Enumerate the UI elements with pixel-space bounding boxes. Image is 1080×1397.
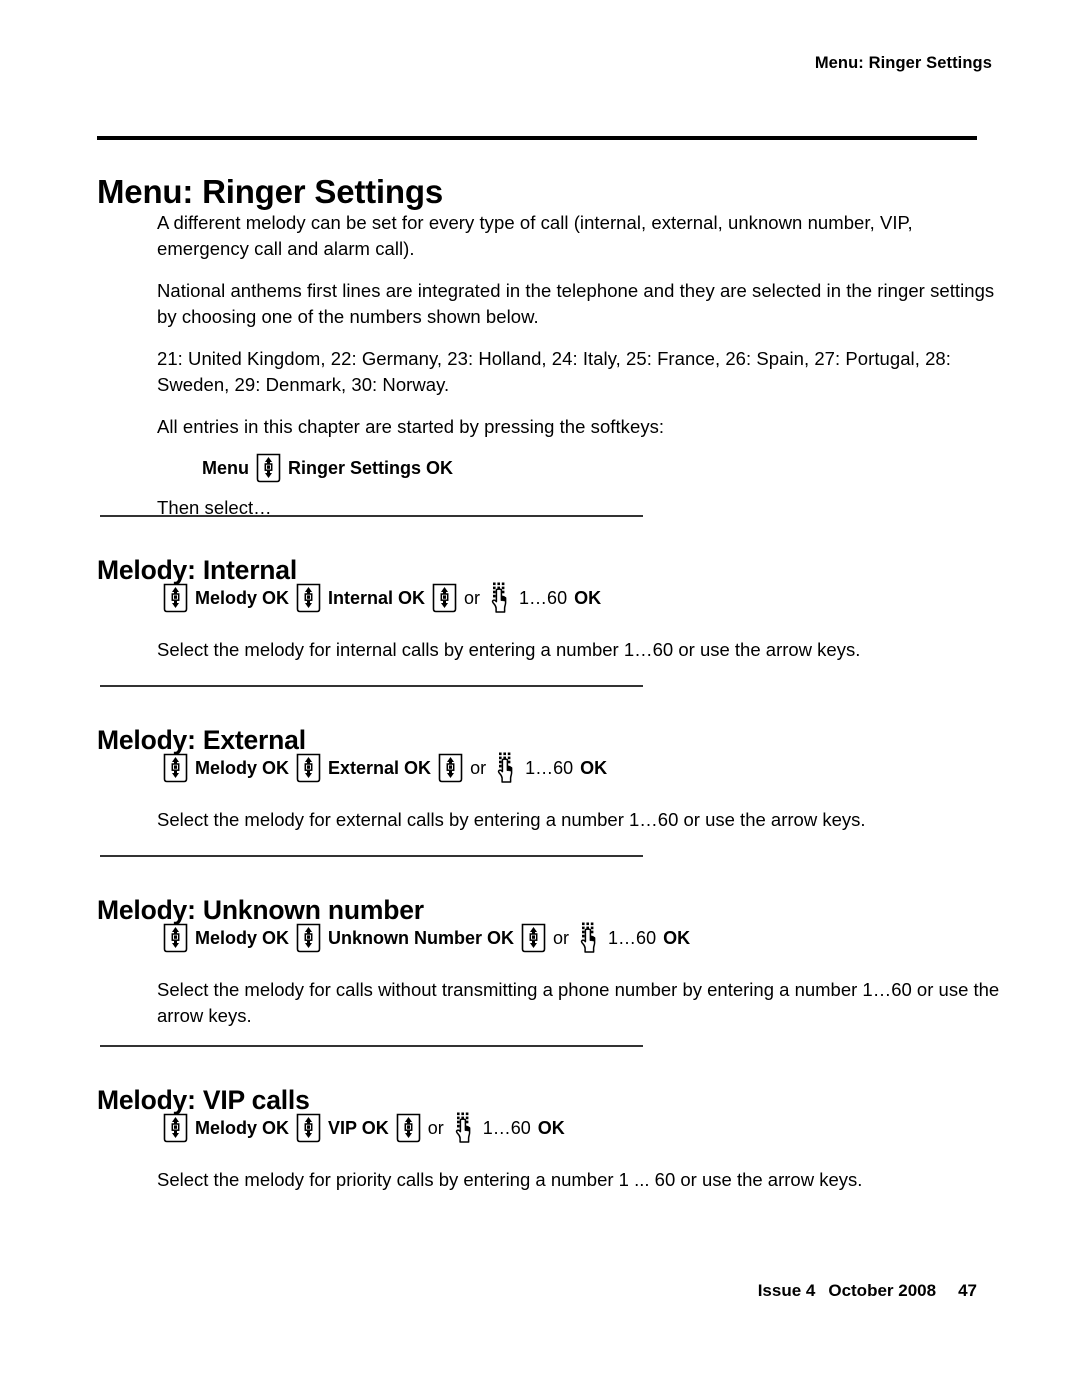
nav-rocker-key-icon xyxy=(438,753,463,783)
footer-issue: Issue 4 xyxy=(757,1281,816,1300)
softkey-sequence: Melody OK VIP OK or 1…60 OK xyxy=(163,1112,572,1143)
keypad-hand-icon xyxy=(487,582,511,613)
intro-paragraph-4: All entries in this chapter are started … xyxy=(157,416,665,437)
softkey-label-option-ok: Internal OK xyxy=(328,587,426,608)
keypad-hand-icon xyxy=(451,1112,475,1143)
document-page: Menu: Ringer Settings Menu: Ringer Setti… xyxy=(0,0,1080,1397)
softkey-or-label: or xyxy=(427,1117,444,1138)
footer-date: October 2008 xyxy=(828,1281,937,1300)
footer-page-number: 47 xyxy=(958,1281,977,1300)
softkey-label-option-ok: VIP OK xyxy=(328,1117,389,1138)
keypad-hand-icon xyxy=(493,752,517,783)
nav-rocker-key-icon xyxy=(396,1113,421,1143)
nav-rocker-key-icon xyxy=(163,583,188,613)
softkey-range-label: 1…60 xyxy=(519,587,568,608)
nav-rocker-key-icon xyxy=(163,923,188,953)
softkey-label-option-ok: Unknown Number OK xyxy=(328,927,515,948)
section-description: Select the melody for internal calls by … xyxy=(157,638,861,660)
softkey-or-label: or xyxy=(470,757,487,778)
softkey-label-menu: Menu xyxy=(202,458,249,478)
softkey-confirm-ok: OK xyxy=(574,587,602,608)
chapter-intro: A different melody can be set for every … xyxy=(157,210,997,537)
section-rule xyxy=(100,685,643,687)
softkey-confirm-ok: OK xyxy=(663,927,691,948)
keypad-hand-icon xyxy=(576,922,600,953)
intro-paragraph-2: National anthems first lines are integra… xyxy=(157,280,995,327)
softkey-label-melody-ok: Melody OK xyxy=(195,587,290,608)
nav-rocker-key-icon xyxy=(521,923,546,953)
nav-rocker-key-icon xyxy=(296,923,321,953)
chapter-top-rule xyxy=(97,136,977,140)
intro-paragraph-1: A different melody can be set for every … xyxy=(157,212,913,259)
section-rule xyxy=(100,1045,643,1047)
softkey-label-melody-ok: Melody OK xyxy=(195,927,290,948)
then-select-text: Then select… xyxy=(157,497,272,518)
nav-rocker-key-icon xyxy=(163,1113,188,1143)
page-footer: Issue 4 October 2008 47 xyxy=(0,1281,977,1301)
section-rule xyxy=(100,515,643,517)
softkey-sequence: Melody OK Unknown Number OK or 1…60 OK xyxy=(163,922,697,953)
section-description: Select the melody for external calls by … xyxy=(157,808,866,830)
anthem-number-list: 21: United Kingdom, 22: Germany, 23: Hol… xyxy=(157,348,951,395)
softkey-sequence: Melody OK External OK or 1…60 OK xyxy=(163,752,614,783)
running-header: Menu: Ringer Settings xyxy=(814,54,992,72)
softkey-confirm-ok: OK xyxy=(537,1117,565,1138)
nav-rocker-key-icon xyxy=(296,583,321,613)
softkey-or-label: or xyxy=(464,587,481,608)
softkey-label-melody-ok: Melody OK xyxy=(195,757,290,778)
softkey-or-label: or xyxy=(553,927,570,948)
softkey-range-label: 1…60 xyxy=(608,927,657,948)
nav-rocker-key-icon xyxy=(432,583,457,613)
softkey-sequence-chapter: Menu Ringer Settings OK xyxy=(202,453,997,483)
softkey-label-option-ok: External OK xyxy=(328,757,432,778)
section-description: Select the melody for calls without tran… xyxy=(157,978,1000,1026)
nav-rocker-key-icon xyxy=(256,453,281,483)
nav-rocker-key-icon xyxy=(296,753,321,783)
softkey-range-label: 1…60 xyxy=(525,757,574,778)
softkey-range-label: 1…60 xyxy=(482,1117,531,1138)
softkey-label-ringer-settings-ok: Ringer Settings OK xyxy=(288,458,454,478)
nav-rocker-key-icon xyxy=(296,1113,321,1143)
softkey-confirm-ok: OK xyxy=(580,757,608,778)
softkey-label-melody-ok: Melody OK xyxy=(195,1117,290,1138)
nav-rocker-key-icon xyxy=(163,753,188,783)
section-rule xyxy=(100,855,643,857)
softkey-sequence: Melody OK Internal OK or 1…60 OK xyxy=(163,582,608,613)
page-title: Menu: Ringer Settings xyxy=(97,173,443,211)
section-description: Select the melody for priority calls by … xyxy=(157,1168,863,1190)
